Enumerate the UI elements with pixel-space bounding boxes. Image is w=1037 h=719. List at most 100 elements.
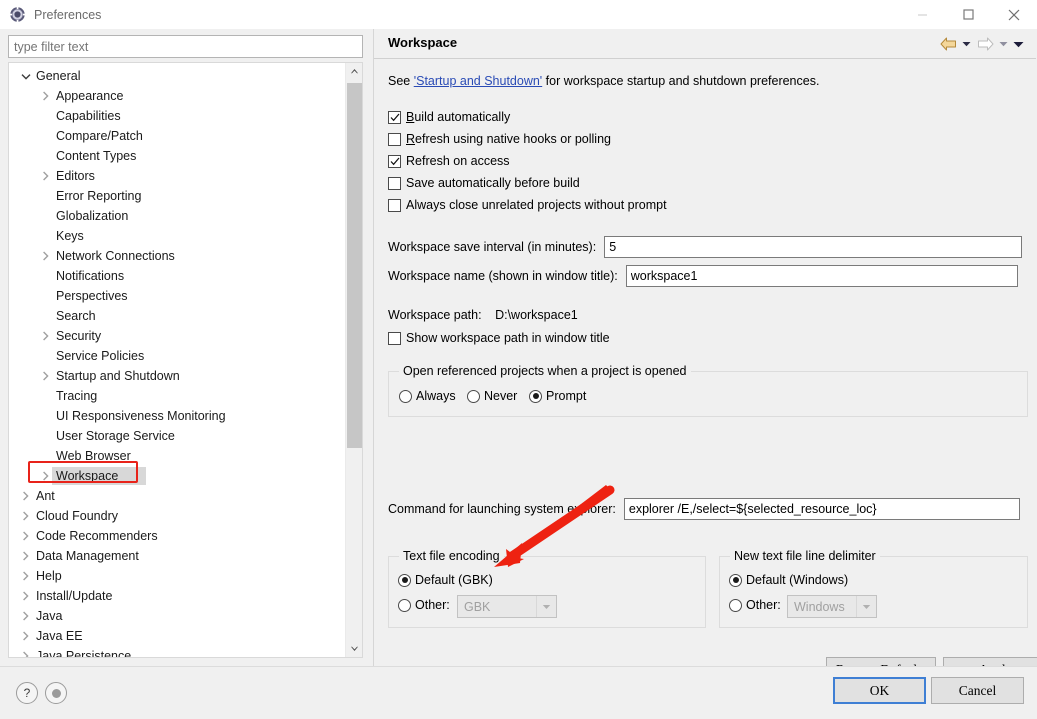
radio-delimiter-other[interactable]: Other:: [729, 598, 781, 612]
sidebar-item-appearance[interactable]: Appearance: [9, 86, 346, 106]
radio-button[interactable]: [467, 390, 480, 403]
scroll-up-icon[interactable]: [346, 63, 363, 80]
chevron-right-icon[interactable]: [39, 370, 52, 383]
tree-scrollbar[interactable]: [345, 63, 362, 657]
sidebar-item-ui-responsiveness-monitoring[interactable]: UI Responsiveness Monitoring: [9, 406, 346, 426]
chevron-right-icon[interactable]: [39, 470, 52, 483]
checkbox-box[interactable]: [388, 332, 401, 345]
sidebar-item-ant[interactable]: Ant: [9, 486, 346, 506]
chevron-right-icon[interactable]: [19, 530, 32, 543]
checkbox-show-workspace-path[interactable]: Show workspace path in window title: [388, 331, 610, 345]
sidebar-item-general[interactable]: General: [9, 66, 346, 86]
chevron-right-icon[interactable]: [39, 170, 52, 183]
sidebar-item-security[interactable]: Security: [9, 326, 346, 346]
cancel-button[interactable]: Cancel: [931, 677, 1024, 704]
forward-menu-chevron-down-icon[interactable]: [996, 35, 1011, 53]
sidebar-item-label: UI Responsiveness Monitoring: [52, 407, 230, 425]
radio-button[interactable]: [729, 599, 742, 612]
chevron-right-icon[interactable]: [39, 90, 52, 103]
checkbox-box[interactable]: [388, 111, 401, 124]
sidebar-item-error-reporting[interactable]: Error Reporting: [9, 186, 346, 206]
checkbox-always-close-unrelated[interactable]: Always close unrelated projects without …: [388, 198, 667, 212]
sidebar-item-startup-and-shutdown[interactable]: Startup and Shutdown: [9, 366, 346, 386]
chevron-right-icon[interactable]: [19, 610, 32, 623]
radio-encoding-other[interactable]: Other:: [398, 598, 450, 612]
sidebar-item-install-update[interactable]: Install/Update: [9, 586, 346, 606]
scrollbar-thumb[interactable]: [347, 83, 362, 448]
chevron-right-icon[interactable]: [39, 250, 52, 263]
sidebar-item-content-types[interactable]: Content Types: [9, 146, 346, 166]
scroll-down-icon[interactable]: [346, 640, 363, 657]
sidebar-item-web-browser[interactable]: Web Browser: [9, 446, 346, 466]
chevron-right-icon[interactable]: [19, 630, 32, 643]
workspace-path-label: Workspace path:: [388, 308, 482, 322]
sidebar-item-workspace[interactable]: Workspace: [9, 466, 346, 486]
sidebar-item-keys[interactable]: Keys: [9, 226, 346, 246]
radio-always[interactable]: Always: [399, 389, 456, 403]
radio-never[interactable]: Never: [467, 389, 517, 403]
sidebar-item-code-recommenders[interactable]: Code Recommenders: [9, 526, 346, 546]
chevron-right-icon[interactable]: [19, 590, 32, 603]
sidebar-item-tracing[interactable]: Tracing: [9, 386, 346, 406]
checkbox-save-before-build[interactable]: Save automatically before build: [388, 176, 580, 190]
chevron-down-icon[interactable]: [536, 596, 556, 617]
sidebar-item-user-storage-service[interactable]: User Storage Service: [9, 426, 346, 446]
view-menu-chevron-down-icon[interactable]: [1011, 35, 1026, 53]
sidebar-item-service-policies[interactable]: Service Policies: [9, 346, 346, 366]
checkbox-box[interactable]: [388, 177, 401, 190]
checkbox-refresh-on-access[interactable]: Refresh on access: [388, 154, 510, 168]
close-icon[interactable]: [991, 0, 1037, 29]
sidebar-item-java[interactable]: Java: [9, 606, 346, 626]
chevron-right-icon[interactable]: [39, 330, 52, 343]
workspace-path-value: D:\workspace1: [495, 308, 578, 322]
sidebar-item-perspectives[interactable]: Perspectives: [9, 286, 346, 306]
radio-button[interactable]: [399, 390, 412, 403]
back-menu-chevron-down-icon[interactable]: [959, 35, 974, 53]
startup-shutdown-link[interactable]: 'Startup and Shutdown': [414, 74, 542, 88]
sidebar-item-java-ee[interactable]: Java EE: [9, 626, 346, 646]
sidebar-item-java-persistence[interactable]: Java Persistence: [9, 646, 346, 658]
minimize-icon[interactable]: [899, 0, 945, 29]
sidebar-item-network-connections[interactable]: Network Connections: [9, 246, 346, 266]
chevron-right-icon[interactable]: [19, 490, 32, 503]
radio-encoding-default[interactable]: Default (GBK): [398, 573, 493, 587]
sidebar-item-data-management[interactable]: Data Management: [9, 546, 346, 566]
sidebar-item-editors[interactable]: Editors: [9, 166, 346, 186]
radio-button[interactable]: [398, 599, 411, 612]
save-interval-input[interactable]: [604, 236, 1022, 258]
radio-prompt[interactable]: Prompt: [529, 389, 586, 403]
delimiter-combo[interactable]: Windows: [787, 595, 877, 618]
sidebar-item-cloud-foundry[interactable]: Cloud Foundry: [9, 506, 346, 526]
radio-button[interactable]: [529, 390, 542, 403]
circle-icon[interactable]: [45, 682, 67, 704]
checkbox-box[interactable]: [388, 199, 401, 212]
ok-button[interactable]: OK: [833, 677, 926, 704]
checkbox-refresh-native-hooks[interactable]: Refresh using native hooks or polling: [388, 132, 611, 146]
sidebar-item-compare-patch[interactable]: Compare/Patch: [9, 126, 346, 146]
checkbox-box[interactable]: [388, 155, 401, 168]
chevron-right-icon[interactable]: [19, 650, 32, 659]
back-arrow-icon[interactable]: [937, 35, 959, 53]
chevron-down-icon[interactable]: [856, 596, 876, 617]
explorer-command-input[interactable]: [624, 498, 1020, 520]
sidebar-item-search[interactable]: Search: [9, 306, 346, 326]
encoding-combo[interactable]: GBK: [457, 595, 557, 618]
checkbox-box[interactable]: [388, 133, 401, 146]
radio-button[interactable]: [398, 574, 411, 587]
sidebar-item-help[interactable]: Help: [9, 566, 346, 586]
radio-delimiter-default[interactable]: Default (Windows): [729, 573, 848, 587]
forward-arrow-icon[interactable]: [974, 35, 996, 53]
filter-input[interactable]: [8, 35, 363, 58]
radio-button[interactable]: [729, 574, 742, 587]
workspace-name-input[interactable]: [626, 265, 1018, 287]
sidebar-item-globalization[interactable]: Globalization: [9, 206, 346, 226]
chevron-right-icon[interactable]: [19, 570, 32, 583]
chevron-right-icon[interactable]: [19, 550, 32, 563]
chevron-right-icon[interactable]: [19, 510, 32, 523]
checkbox-build-automatically[interactable]: Build automatically: [388, 110, 510, 124]
sidebar-item-capabilities[interactable]: Capabilities: [9, 106, 346, 126]
chevron-down-icon[interactable]: [19, 70, 32, 83]
sidebar-item-notifications[interactable]: Notifications: [9, 266, 346, 286]
question-mark-icon[interactable]: ?: [16, 682, 38, 704]
maximize-icon[interactable]: [945, 0, 991, 29]
